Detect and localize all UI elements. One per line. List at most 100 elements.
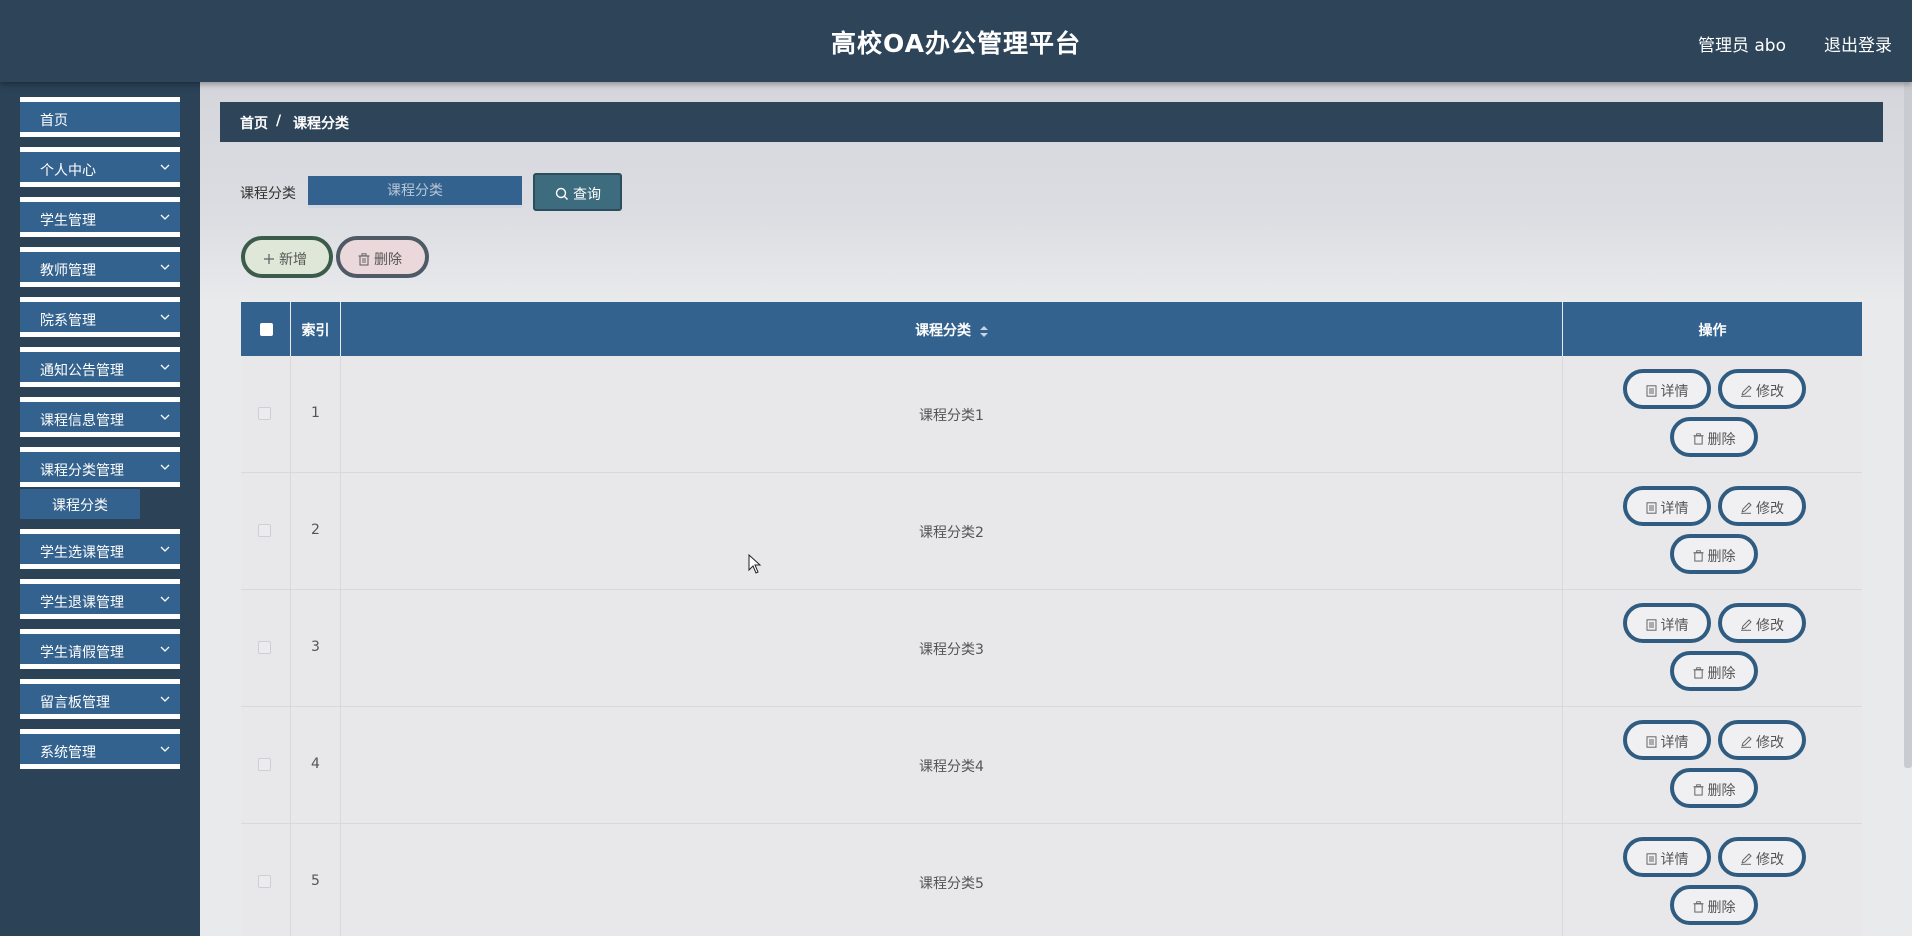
trash-icon: [358, 252, 370, 266]
sidebar-item-label: 教师管理: [40, 263, 96, 279]
sidebar-item-course-selection[interactable]: 学生选课管理: [20, 529, 180, 569]
breadcrumb-home[interactable]: 首页: [240, 113, 268, 133]
search-icon: [555, 187, 569, 201]
row-category: 课程分类1: [919, 408, 984, 424]
plus-icon: [263, 253, 275, 265]
pencil-icon: [1740, 502, 1752, 514]
search-input[interactable]: [308, 176, 522, 208]
table-row: 4 课程分类4 详情 修改 删除: [241, 707, 1862, 824]
chevron-down-icon: [160, 594, 170, 604]
chevron-down-icon: [160, 694, 170, 704]
trash-icon: [1692, 433, 1704, 445]
document-icon: [1646, 502, 1657, 514]
batch-delete-button[interactable]: 删除: [336, 236, 429, 278]
ops-cell: 详情 修改删除: [1563, 824, 1862, 936]
breadcrumb-separator: /: [276, 113, 282, 129]
row-index: 1: [311, 405, 320, 421]
query-button[interactable]: 查询: [533, 173, 622, 211]
add-button[interactable]: 新增: [241, 236, 333, 278]
category-header-label: 课程分类: [341, 320, 1562, 340]
sidebar-item-notices[interactable]: 通知公告管理: [20, 347, 180, 387]
submenu-item-label: 课程分类: [52, 498, 108, 514]
row-select-cell: [241, 356, 291, 473]
trash-icon: [1692, 784, 1704, 796]
sidebar-item-label: 学生退课管理: [40, 595, 124, 611]
row-select-cell: [241, 707, 291, 824]
row-checkbox[interactable]: [258, 641, 271, 654]
edit-button-label: 修改: [1756, 852, 1784, 868]
sidebar-item-leave[interactable]: 学生请假管理: [20, 629, 180, 669]
row-checkbox[interactable]: [258, 875, 271, 888]
main-content: 首页 / 课程分类 课程分类 查询 新增 删除 索引: [200, 82, 1912, 936]
edit-button[interactable]: 修改: [1718, 837, 1806, 877]
edit-button[interactable]: 修改: [1718, 603, 1806, 643]
ops-cell: 详情 修改删除: [1563, 356, 1862, 473]
chevron-down-icon: [160, 362, 170, 372]
detail-button[interactable]: 详情: [1623, 720, 1711, 760]
sidebar-item-course-withdraw[interactable]: 学生退课管理: [20, 579, 180, 619]
sidebar-item-personal-center[interactable]: 个人中心: [20, 147, 180, 187]
sidebar-item-students[interactable]: 学生管理: [20, 197, 180, 237]
index-header-label: 索引: [301, 323, 330, 339]
row-delete-label: 删除: [1707, 900, 1736, 916]
sidebar-item-label: 学生选课管理: [40, 545, 124, 561]
row-delete-button[interactable]: 删除: [1670, 768, 1758, 808]
sidebar-item-label: 学生请假管理: [40, 645, 124, 661]
detail-button[interactable]: 详情: [1623, 603, 1711, 643]
sidebar-item-course-info[interactable]: 课程信息管理: [20, 397, 180, 437]
add-button-label: 新增: [279, 252, 307, 268]
pencil-icon: [1740, 853, 1752, 865]
row-checkbox[interactable]: [258, 758, 271, 771]
row-checkbox[interactable]: [258, 407, 271, 420]
index-cell: 1: [291, 356, 341, 473]
submenu-item-course-category[interactable]: 课程分类: [20, 489, 140, 519]
select-all-checkbox[interactable]: [260, 323, 273, 336]
ops-cell: 详情 修改删除: [1563, 473, 1862, 590]
table-row: 5 课程分类5 详情 修改 删除: [241, 824, 1862, 936]
row-delete-button[interactable]: 删除: [1670, 651, 1758, 691]
chevron-down-icon: [160, 644, 170, 654]
edit-button[interactable]: 修改: [1718, 369, 1806, 409]
detail-button[interactable]: 详情: [1623, 837, 1711, 877]
sidebar-item-departments[interactable]: 院系管理: [20, 297, 180, 337]
chevron-down-icon: [160, 312, 170, 322]
search-label: 课程分类: [240, 186, 296, 202]
sidebar-item-course-category[interactable]: 课程分类管理: [20, 447, 180, 487]
edit-button-label: 修改: [1756, 735, 1784, 751]
category-cell: 课程分类2: [341, 473, 1563, 590]
edit-button-label: 修改: [1756, 501, 1784, 517]
row-checkbox[interactable]: [258, 524, 271, 537]
logout-link[interactable]: 退出登录: [1824, 31, 1892, 56]
detail-button[interactable]: 详情: [1623, 486, 1711, 526]
category-cell: 课程分类1: [341, 356, 1563, 473]
pencil-icon: [1740, 619, 1752, 631]
detail-button[interactable]: 详情: [1623, 369, 1711, 409]
row-index: 2: [311, 522, 320, 538]
document-icon: [1646, 385, 1657, 397]
chevron-down-icon: [160, 412, 170, 422]
chevron-down-icon: [160, 462, 170, 472]
edit-button[interactable]: 修改: [1718, 720, 1806, 760]
sidebar-item-label: 首页: [40, 113, 68, 129]
ops-cell: 详情 修改删除: [1563, 707, 1862, 824]
sidebar-item-home[interactable]: 首页: [20, 97, 180, 137]
edit-button[interactable]: 修改: [1718, 486, 1806, 526]
document-icon: [1646, 853, 1657, 865]
category-header[interactable]: 课程分类: [341, 302, 1563, 356]
sidebar-item-system[interactable]: 系统管理: [20, 729, 180, 769]
row-category: 课程分类3: [919, 642, 984, 658]
sidebar-item-teachers[interactable]: 教师管理: [20, 247, 180, 287]
row-delete-button[interactable]: 删除: [1670, 534, 1758, 574]
row-delete-button[interactable]: 删除: [1670, 885, 1758, 925]
row-delete-label: 删除: [1707, 549, 1736, 565]
vertical-scrollbar[interactable]: [1904, 82, 1912, 768]
ops-cell: 详情 修改删除: [1563, 590, 1862, 707]
detail-button-label: 详情: [1660, 618, 1689, 634]
row-delete-button[interactable]: 删除: [1670, 417, 1758, 457]
index-cell: 4: [291, 707, 341, 824]
sidebar-item-label: 个人中心: [40, 163, 96, 179]
sidebar-item-label: 系统管理: [40, 745, 96, 761]
sort-icon[interactable]: [979, 325, 988, 337]
detail-button-label: 详情: [1660, 384, 1689, 400]
sidebar-item-message-board[interactable]: 留言板管理: [20, 679, 180, 719]
